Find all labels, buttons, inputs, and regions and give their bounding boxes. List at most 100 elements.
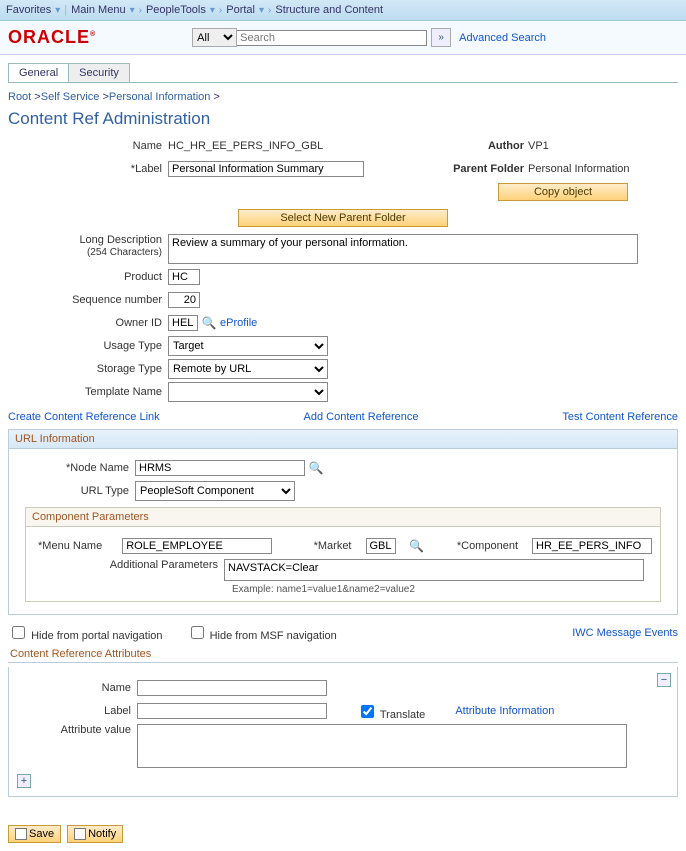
attr-label-input[interactable] [137,703,327,719]
label-input[interactable] [168,161,364,177]
template-name-label: Template Name [8,386,168,398]
hide-msf-nav-checkbox[interactable] [191,626,204,639]
search-scope-select[interactable]: All [192,28,237,47]
url-type-select[interactable]: PeopleSoft Component [135,481,295,501]
long-description-input[interactable]: Review a summary of your personal inform… [168,234,638,264]
attribute-value-label: Attribute value [17,724,137,736]
chevron-right-icon: › [219,5,222,16]
storage-type-label: Storage Type [8,363,168,375]
save-button[interactable]: Save [8,825,61,843]
url-information-header: URL Information [9,430,677,449]
select-new-parent-button[interactable]: Select New Parent Folder [238,209,448,227]
chevron-right-icon: › [268,5,271,16]
lookup-icon[interactable]: 🔍 [410,539,424,553]
component-parameters-group: Component Parameters Menu Name *Market 🔍… [25,507,661,602]
storage-type-select[interactable]: Remote by URL [168,359,328,379]
page-title: Content Ref Administration [8,109,678,129]
parent-folder-label: Parent Folder [448,163,528,175]
attr-name-label: Name [17,682,137,694]
hide-portal-nav-checkbox[interactable] [12,626,25,639]
search-go-button[interactable]: » [431,28,451,47]
content-ref-attributes-header: Content Reference Attributes [8,644,678,663]
top-navigation: Favorites ▾ | Main Menu ▾ › PeopleTools … [0,0,686,21]
test-content-ref-link[interactable]: Test Content Reference [562,411,678,423]
translate-label: Translate [380,709,425,721]
chevron-down-icon: ▾ [259,5,264,16]
url-information-group: URL Information Node Name 🔍 URL Type Peo… [8,429,678,615]
name-label: Name [8,140,168,152]
tab-bar: General Security [8,63,686,82]
usage-type-select[interactable]: Target [168,336,328,356]
notify-button[interactable]: Notify [67,825,123,843]
attr-label-label: Label [17,705,137,717]
attribute-value-input[interactable] [137,724,627,768]
product-label: Product [8,271,168,283]
author-label: Author [448,140,528,152]
chevron-right-icon: › [139,5,142,16]
notify-icon [74,828,86,840]
owner-id-input[interactable] [168,315,198,331]
breadcrumb: Root >Self Service >Personal Information… [8,91,686,103]
crumb-root[interactable]: Root [8,91,31,103]
additional-parameters-input[interactable]: NAVSTACK=Clear [224,559,644,581]
nav-mainmenu[interactable]: Main Menu [71,4,125,16]
component-label: *Component [457,540,518,552]
translate-checkbox[interactable] [361,705,374,718]
header: ORACLE® All » Advanced Search [0,21,686,55]
menu-name-input[interactable] [122,538,272,554]
label-label: Label [8,163,168,175]
attr-name-input[interactable] [137,680,327,696]
name-value: HC_HR_EE_PERS_INFO_GBL [168,140,323,152]
owner-id-label: Owner ID [8,317,168,329]
usage-type-label: Usage Type [8,340,168,352]
lookup-icon[interactable]: 🔍 [202,316,216,330]
tab-security[interactable]: Security [68,63,130,82]
valid-from-label: Valid from date [650,276,686,288]
chevron-down-icon: ▾ [130,5,135,16]
component-input[interactable] [532,538,652,554]
content-ref-attributes-group: − Name Label Translate Attribute Informa… [8,667,678,797]
add-row-button[interactable]: + [17,774,31,788]
long-description-label: Long Description (254 Characters) [8,234,168,258]
node-name-input[interactable] [135,460,305,476]
additional-parameters-label: Additional Parameters [34,559,224,571]
nav-structure[interactable]: Structure and Content [275,4,383,16]
copy-object-button[interactable]: Copy object [498,183,628,201]
market-label: *Market [314,540,352,552]
product-input[interactable] [168,269,200,285]
component-parameters-header: Component Parameters [26,508,660,527]
create-content-ref-link[interactable]: Create Content Reference Link [8,411,160,423]
url-type-label: URL Type [15,485,135,497]
search-bar: All » Advanced Search [192,28,546,47]
owner-profile-link[interactable]: eProfile [220,317,257,329]
sequence-number-label: Sequence number [8,294,168,306]
menu-name-label: Menu Name [34,540,108,552]
crumb-self[interactable]: Self Service [41,91,100,103]
chevron-down-icon: ▾ [210,5,215,16]
attribute-information-link[interactable]: Attribute Information [455,705,554,717]
add-content-ref-link[interactable]: Add Content Reference [304,411,419,423]
iwc-message-events-link[interactable]: IWC Message Events [572,627,678,639]
search-input[interactable] [237,30,427,46]
parent-folder-value: Personal Information [528,163,630,175]
collapse-button[interactable]: − [657,673,671,687]
node-name-label: Node Name [15,462,135,474]
lookup-icon[interactable]: 🔍 [309,461,323,475]
template-name-select[interactable] [168,382,328,402]
nav-portal[interactable]: Portal [226,4,255,16]
nav-favorites[interactable]: Favorites [6,4,51,16]
advanced-search-link[interactable]: Advanced Search [459,32,546,44]
nav-peopletools[interactable]: PeopleTools [146,4,206,16]
author-value: VP1 [528,140,549,152]
tab-general[interactable]: General [8,63,69,82]
oracle-logo: ORACLE® [8,27,96,48]
example-text: Example: name1=value1&name2=value2 [34,584,652,595]
hide-msf-nav-label: Hide from MSF navigation [187,623,337,642]
save-icon [15,828,27,840]
hide-portal-nav-label: Hide from portal navigation [8,623,163,642]
crumb-pers[interactable]: Personal Information [109,91,211,103]
sequence-number-input[interactable] [168,292,200,308]
creation-date-label: Creation Date [650,322,686,334]
market-input[interactable] [366,538,396,554]
bottom-toolbar: Save Notify [0,817,686,851]
